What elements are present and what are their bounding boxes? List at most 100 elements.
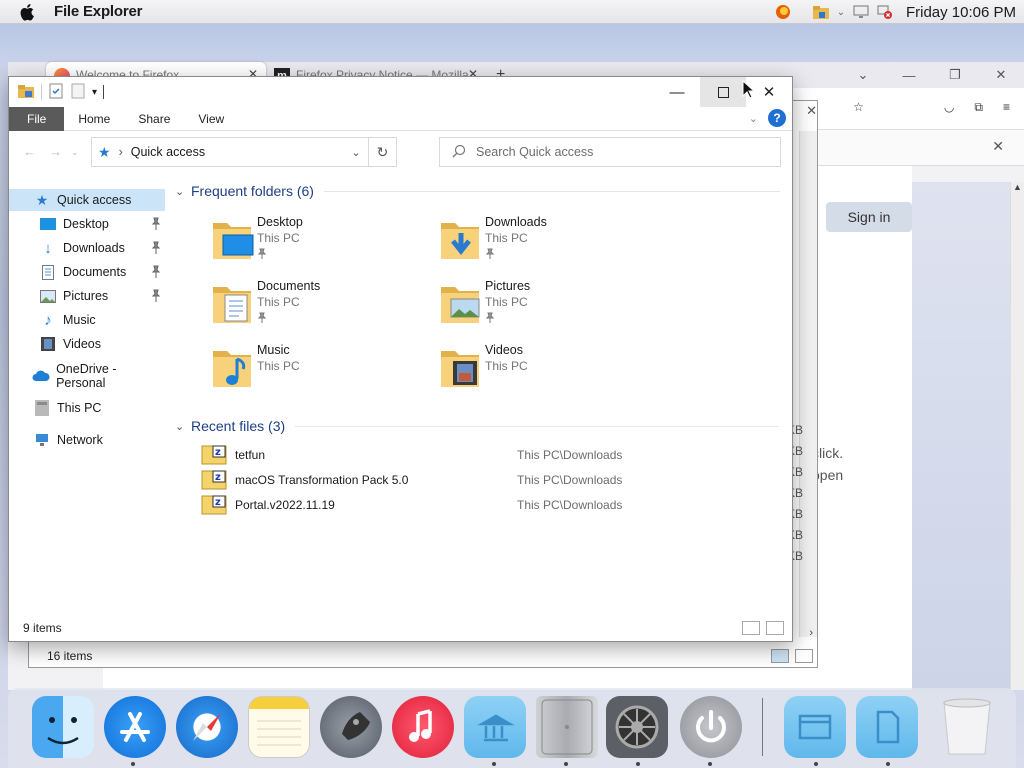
refresh-icon[interactable]: ↻ bbox=[368, 138, 396, 166]
downloads-icon: ↓ bbox=[44, 239, 52, 257]
nav-item-pictures[interactable]: Pictures bbox=[9, 285, 165, 307]
network-disconnected-icon[interactable] bbox=[876, 4, 894, 20]
search-input[interactable]: Search Quick access bbox=[439, 137, 781, 167]
scroll-right-icon[interactable]: › bbox=[809, 627, 813, 639]
nav-item-downloads[interactable]: ↓ Downloads bbox=[9, 237, 165, 259]
nav-item-onedrive[interactable]: OneDrive - Personal bbox=[9, 362, 165, 390]
folder-tile-desktop[interactable]: Desktop This PC bbox=[211, 215, 431, 273]
sign-in-button[interactable]: Sign in bbox=[826, 202, 912, 232]
close-icon[interactable]: ✕ bbox=[992, 138, 1004, 155]
customize-toolbar-icon[interactable]: ▾ bbox=[92, 87, 97, 98]
safari-icon[interactable] bbox=[176, 696, 238, 758]
folder-library-icon[interactable] bbox=[464, 696, 526, 758]
minimize-icon[interactable]: — bbox=[886, 62, 932, 88]
minimize-icon[interactable]: — bbox=[654, 77, 700, 107]
tab-home[interactable]: Home bbox=[64, 107, 124, 131]
tab-file[interactable]: File bbox=[9, 106, 65, 131]
folder-tile-downloads[interactable]: Downloads This PC bbox=[439, 215, 659, 273]
extensions-icon[interactable]: ⧉ bbox=[974, 100, 983, 115]
back-arrow-icon[interactable]: ← bbox=[23, 144, 36, 159]
breadcrumb[interactable]: Quick access bbox=[131, 145, 205, 159]
running-indicator bbox=[636, 762, 640, 766]
forward-arrow-icon[interactable]: → bbox=[49, 144, 62, 159]
desktop-folder-icon bbox=[213, 223, 254, 259]
zip-archive-icon: z bbox=[201, 445, 227, 465]
chevron-down-icon[interactable]: ⌄ bbox=[836, 4, 846, 20]
restore-icon[interactable]: ❐ bbox=[932, 62, 978, 88]
window-controls: — ✕ bbox=[654, 77, 792, 107]
collapse-chevron-icon[interactable]: ⌄ bbox=[175, 420, 189, 433]
recent-locations-icon[interactable]: ⌄ bbox=[71, 147, 79, 158]
list-all-tabs-icon[interactable]: ⌄ bbox=[840, 62, 886, 88]
videos-icon bbox=[39, 336, 57, 352]
group-header-recent-files[interactable]: ⌄ Recent files (3) bbox=[175, 418, 780, 434]
expand-ribbon-icon[interactable]: ⌄ bbox=[749, 112, 758, 125]
folder-tile-pictures[interactable]: Pictures This PC bbox=[439, 279, 659, 337]
scrollbar[interactable]: ▲ bbox=[1010, 182, 1024, 690]
divider bbox=[323, 190, 780, 192]
help-icon[interactable]: ? bbox=[768, 109, 786, 127]
details-view-icon[interactable] bbox=[771, 649, 789, 663]
nav-item-documents[interactable]: Documents bbox=[9, 261, 165, 283]
svg-text:z: z bbox=[215, 472, 221, 483]
menu-icon[interactable]: ≡ bbox=[1003, 100, 1010, 115]
notes-icon[interactable] bbox=[248, 696, 310, 758]
recent-file-row[interactable]: z tetfun This PC\Downloads bbox=[201, 443, 761, 467]
tab-share[interactable]: Share bbox=[124, 107, 184, 131]
folder-name: Desktop bbox=[257, 215, 303, 229]
recent-file-row[interactable]: z Portal.v2022.11.19 This PC\Downloads bbox=[201, 493, 761, 517]
display-icon[interactable] bbox=[852, 4, 870, 20]
app-store-icon[interactable] bbox=[104, 696, 166, 758]
finder-icon[interactable] bbox=[32, 696, 94, 758]
quick-access-toolbar: ▾ bbox=[17, 83, 105, 102]
nav-item-label: Downloads bbox=[63, 241, 125, 255]
tab-view[interactable]: View bbox=[184, 107, 238, 131]
breadcrumb-separator-icon[interactable]: › bbox=[119, 145, 123, 159]
folder-window-icon[interactable] bbox=[784, 696, 846, 758]
properties-icon[interactable] bbox=[48, 83, 64, 102]
nav-item-label: Music bbox=[63, 313, 96, 327]
recent-file-row[interactable]: z macOS Transformation Pack 5.0 This PC\… bbox=[201, 468, 761, 492]
zip-archive-icon: z bbox=[201, 495, 227, 515]
close-icon[interactable]: ✕ bbox=[978, 62, 1024, 88]
large-icons-view-icon[interactable] bbox=[795, 649, 813, 663]
launchpad-icon[interactable] bbox=[320, 696, 382, 758]
folder-tile-documents[interactable]: Documents This PC bbox=[211, 279, 431, 337]
nav-item-quick-access[interactable]: ★ Quick access bbox=[9, 189, 165, 211]
maximize-icon[interactable] bbox=[700, 77, 746, 107]
close-icon[interactable]: ✕ bbox=[806, 103, 817, 119]
group-header-frequent-folders[interactable]: ⌄ Frequent folders (6) bbox=[175, 183, 780, 199]
collapse-chevron-icon[interactable]: ⌄ bbox=[175, 185, 189, 198]
new-folder-icon[interactable] bbox=[70, 83, 86, 102]
trash-icon[interactable] bbox=[936, 696, 998, 758]
folder-tile-videos[interactable]: Videos This PC bbox=[439, 343, 659, 401]
folder-icon[interactable] bbox=[17, 83, 35, 102]
address-row: ← → ⌄ ★ › Quick access ⌄ ↻ Search Quick … bbox=[9, 131, 792, 171]
nav-item-network[interactable]: Network bbox=[9, 429, 165, 451]
pocket-icon[interactable]: ◡ bbox=[944, 100, 954, 115]
system-preferences-icon[interactable] bbox=[606, 696, 668, 758]
power-icon[interactable] bbox=[680, 696, 742, 758]
firefox-tray-icon[interactable] bbox=[774, 4, 792, 20]
nav-item-videos[interactable]: Videos bbox=[9, 333, 165, 355]
nav-item-this-pc[interactable]: This PC bbox=[9, 397, 165, 419]
large-icons-view-icon[interactable] bbox=[766, 621, 784, 635]
nav-item-music[interactable]: ♪ Music bbox=[9, 309, 165, 331]
music-folder-icon bbox=[213, 351, 251, 387]
mouse-cursor-icon bbox=[742, 80, 756, 99]
address-bar[interactable]: ★ › Quick access ⌄ ↻ bbox=[91, 137, 397, 167]
apple-icon[interactable] bbox=[20, 3, 42, 21]
running-indicator bbox=[814, 762, 818, 766]
bookmark-star-icon[interactable]: ☆ bbox=[853, 100, 864, 115]
music-icon[interactable] bbox=[392, 696, 454, 758]
clock[interactable]: Friday 10:06 PM bbox=[906, 4, 1016, 21]
details-view-icon[interactable] bbox=[742, 621, 760, 635]
mac-pro-icon[interactable] bbox=[536, 696, 598, 758]
file-explorer-tray-icon[interactable] bbox=[812, 4, 830, 20]
nav-item-desktop[interactable]: Desktop bbox=[9, 213, 165, 235]
address-dropdown-icon[interactable]: ⌄ bbox=[344, 146, 368, 159]
nav-item-label: Quick access bbox=[57, 193, 132, 207]
zip-archive-icon: z bbox=[201, 470, 227, 490]
folder-documents-icon[interactable] bbox=[856, 696, 918, 758]
folder-tile-music[interactable]: Music This PC bbox=[211, 343, 431, 401]
